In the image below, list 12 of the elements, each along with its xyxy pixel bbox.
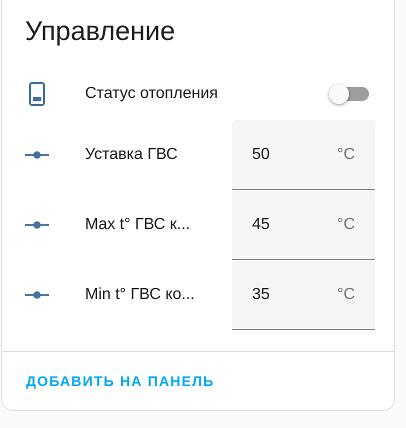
slider-icon: [25, 151, 49, 159]
slider-icon: [25, 221, 49, 229]
entity-name: Min t° ГВС ко...: [85, 286, 196, 304]
number-field[interactable]: 50 °C: [232, 120, 375, 190]
number-field[interactable]: 45 °C: [232, 190, 375, 260]
entity-name: Max t° ГВС к...: [85, 216, 192, 234]
number-field[interactable]: 35 °C: [232, 260, 375, 330]
entity-name: Уставка ГВС: [85, 146, 179, 164]
phone-icon: [29, 82, 45, 106]
slider-icon: [25, 291, 49, 299]
card-title: Управление: [24, 15, 176, 48]
entity-name: Статус отопления: [85, 84, 219, 102]
